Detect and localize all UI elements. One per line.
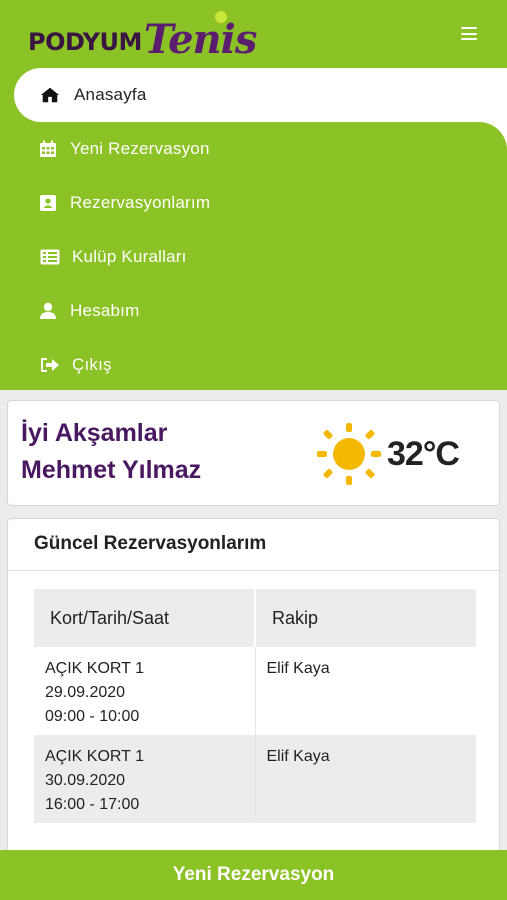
main-navigation: Anasayfa Yeni Rezervasyon Rezervasyonlar… — [0, 68, 507, 390]
current-reservations-card: Güncel Rezervasyonlarım Kort/Tarih/Saat … — [7, 518, 500, 858]
court-name: AÇIK KORT 1 — [45, 748, 144, 765]
reservation-time: 09:00 - 10:00 — [45, 708, 140, 725]
temperature-value: 32°C — [387, 435, 460, 473]
user-icon — [38, 301, 58, 321]
hamburger-menu-icon[interactable] — [461, 27, 477, 40]
nav-label: Kulüp Kuralları — [72, 247, 187, 266]
nav-item-kulup-kurallari[interactable]: Kulüp Kuralları — [0, 230, 507, 284]
greeting-card: İyi Akşamlar Mehmet Yılmaz 32°C — [7, 400, 500, 506]
opponent-name: Elif Kaya — [266, 660, 330, 677]
table-header-row: Kort/Tarih/Saat Rakip — [34, 589, 476, 647]
nav-label: Rezervasyonlarım — [70, 193, 211, 212]
podyum-tenis-logo[interactable]: PODYUM Tenis — [28, 10, 257, 63]
reservation-date: 29.09.2020 — [45, 684, 126, 701]
new-reservation-button[interactable]: Yeni Rezervasyon — [0, 850, 507, 900]
nav-item-yeni-rezervasyon[interactable]: Yeni Rezervasyon — [0, 122, 507, 176]
nav-label: Yeni Rezervasyon — [70, 139, 210, 158]
cell-opponent: Elif Kaya — [255, 647, 476, 735]
nav-item-anasayfa[interactable]: Anasayfa — [0, 68, 507, 122]
column-header-opponent: Rakip — [255, 589, 476, 647]
calendar-icon — [38, 139, 58, 159]
user-name: Mehmet Yılmaz — [21, 456, 202, 484]
court-name: AÇIK KORT 1 — [45, 660, 144, 677]
opponent-name: Elif Kaya — [266, 748, 330, 765]
nav-label: Çıkış — [72, 355, 112, 374]
sun-icon — [315, 421, 383, 492]
list-icon — [40, 247, 60, 267]
cell-court-date-time: AÇIK KORT 1 29.09.2020 09:00 - 10:00 — [34, 647, 256, 735]
reservation-time: 16:00 - 17:00 — [45, 796, 140, 813]
logo-text-tenis: Tenis — [143, 16, 257, 63]
table-row[interactable]: AÇIK KORT 1 29.09.2020 09:00 - 10:00 Eli… — [34, 647, 476, 735]
nav-label: Anasayfa — [74, 85, 147, 104]
tennis-ball-icon — [214, 10, 228, 24]
table-row[interactable]: AÇIK KORT 1 30.09.2020 16:00 - 17:00 Eli… — [34, 735, 476, 823]
contact-card-icon — [38, 193, 58, 213]
app-header: PODYUM Tenis — [0, 0, 507, 68]
nav-label: Hesabım — [70, 301, 140, 320]
greeting-text: İyi Akşamlar — [21, 419, 168, 447]
nav-item-rezervasyonlarim[interactable]: Rezervasyonlarım — [0, 176, 507, 230]
sign-out-icon — [40, 355, 60, 375]
reservation-date: 30.09.2020 — [45, 772, 126, 789]
column-header-court-date-time: Kort/Tarih/Saat — [34, 589, 256, 647]
cell-court-date-time: AÇIK KORT 1 30.09.2020 16:00 - 17:00 — [34, 735, 256, 823]
card-title: Güncel Rezervasyonlarım — [34, 533, 267, 554]
reservations-table: Kort/Tarih/Saat Rakip AÇIK KORT 1 29.09.… — [34, 589, 476, 823]
divider — [8, 570, 499, 571]
logo-text-podyum: PODYUM — [28, 28, 142, 56]
nav-item-cikis[interactable]: Çıkış — [0, 338, 507, 392]
home-icon — [40, 85, 60, 105]
nav-item-hesabim[interactable]: Hesabım — [0, 284, 507, 338]
cell-opponent: Elif Kaya — [255, 735, 476, 823]
